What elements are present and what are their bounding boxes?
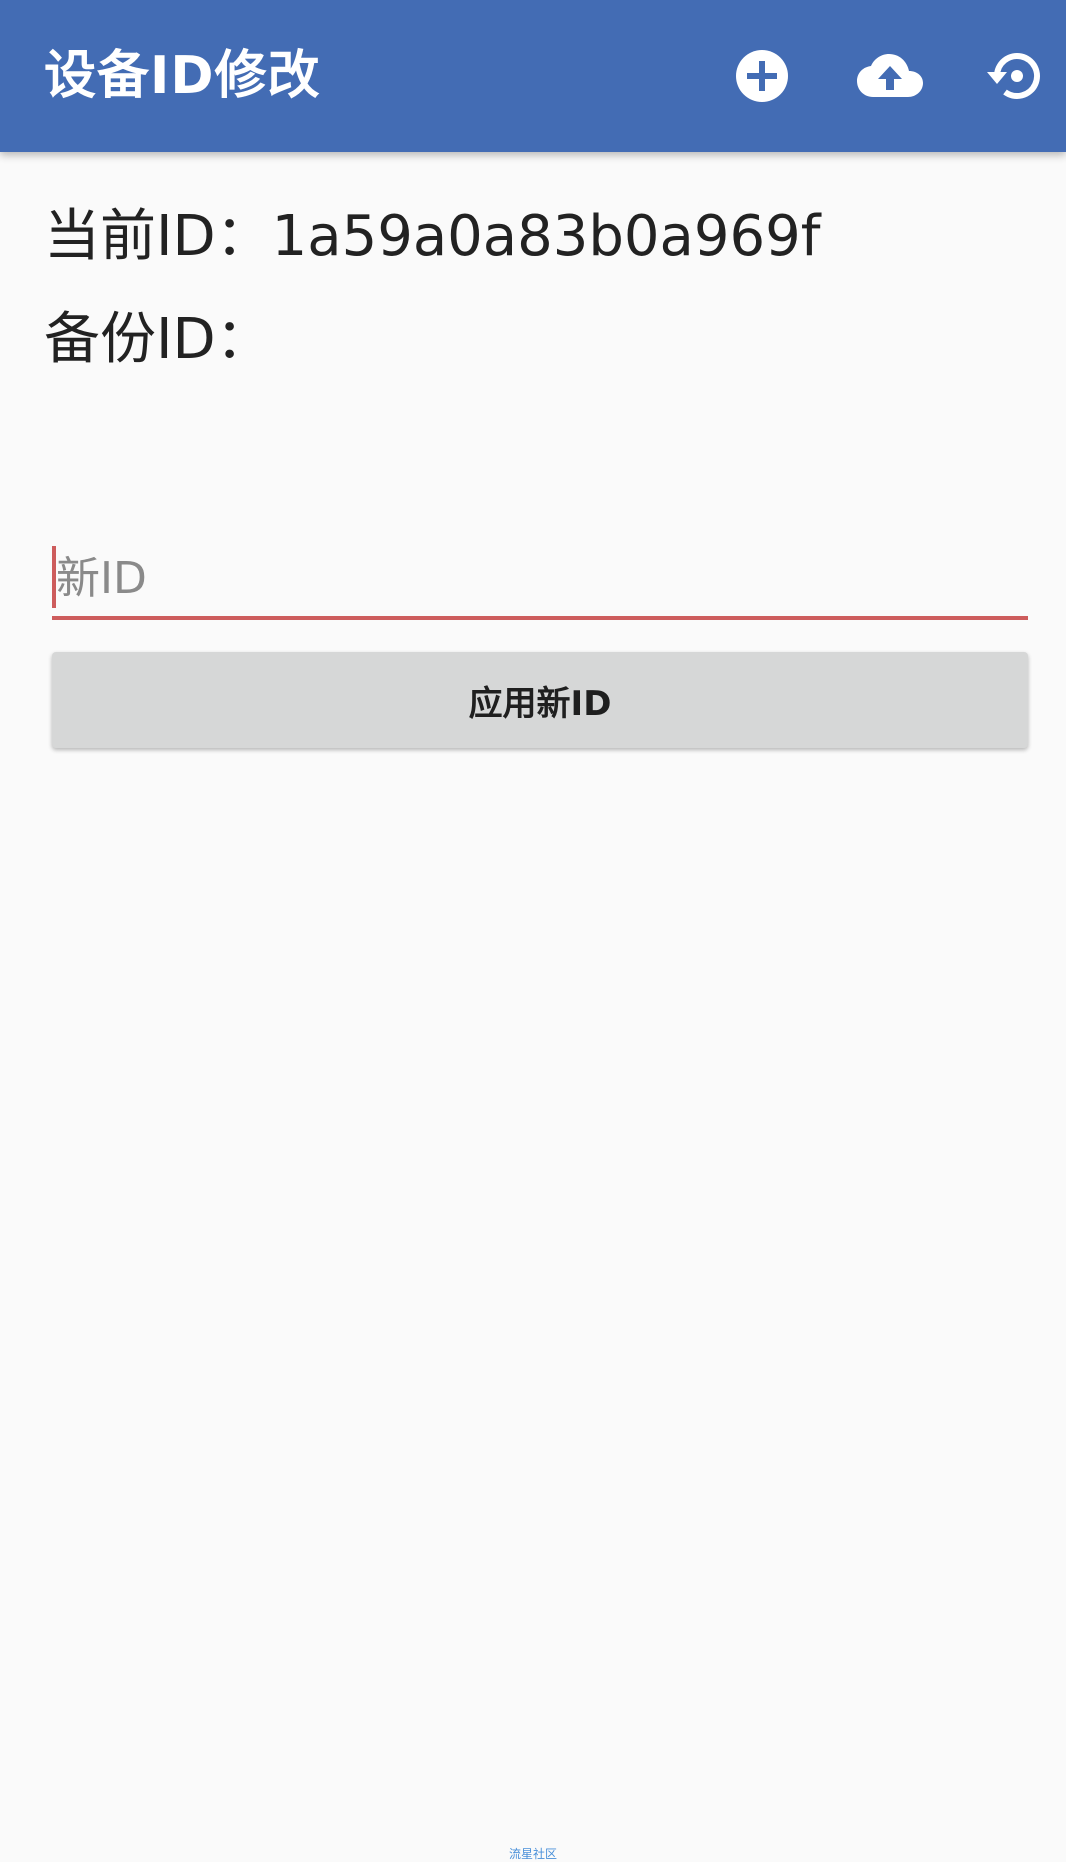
apply-new-id-button[interactable]: 应用新ID: [52, 652, 1028, 748]
new-id-input[interactable]: [52, 540, 1028, 620]
app-bar: 设备ID修改: [0, 0, 1066, 152]
text-cursor: [52, 546, 56, 608]
cloud-upload-icon: [857, 54, 923, 97]
backup-id-text: 备份ID：: [44, 307, 272, 372]
watermark: 流星社区: [508, 1847, 557, 1861]
restore-icon: [987, 53, 1040, 99]
upload-button[interactable]: [850, 36, 930, 116]
restore-button[interactable]: [974, 36, 1054, 116]
app-title: 设备ID修改: [44, 46, 321, 106]
add-button[interactable]: [722, 36, 802, 116]
current-id-text: 当前ID：1a59a0a83b0a969f: [44, 204, 821, 269]
add-circle-icon: [736, 50, 788, 102]
